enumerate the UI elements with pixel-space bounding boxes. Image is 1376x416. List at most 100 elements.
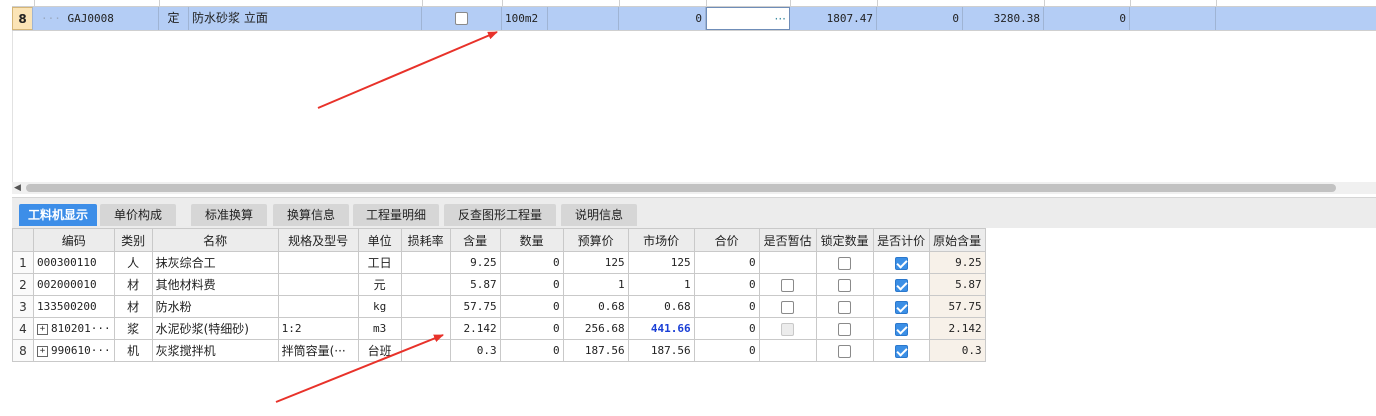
spec-cell[interactable] bbox=[277, 295, 359, 318]
content-cell[interactable]: 9.25 bbox=[449, 251, 501, 274]
tab-unit-price-composition[interactable]: 单价构成 bbox=[100, 204, 176, 226]
quota-value2-cell[interactable]: 0 bbox=[877, 7, 963, 30]
table-row[interactable]: 2 002000010 材 其他材料费 元 5.87 0 1 1 0 5.87 bbox=[12, 273, 986, 296]
col-header[interactable]: 编码 bbox=[33, 228, 115, 252]
type-cell[interactable]: 机 bbox=[113, 339, 153, 362]
tab-labor-material-machine[interactable]: 工料机显示 bbox=[19, 204, 97, 226]
col-header[interactable]: 规格及型号 bbox=[277, 228, 359, 252]
estimate-cell[interactable] bbox=[758, 251, 817, 274]
lock-checkbox[interactable] bbox=[838, 256, 852, 270]
quota-price2-cell[interactable]: 3280.38 bbox=[963, 7, 1044, 30]
priced-checkbox[interactable] bbox=[894, 300, 908, 314]
original-content-cell[interactable]: 5.87 bbox=[928, 273, 986, 296]
total-cell[interactable]: 0 bbox=[693, 251, 760, 274]
budget-price-cell[interactable]: 1 bbox=[562, 273, 629, 296]
selected-quota-row[interactable]: 8 ··· GAJ0008 定 防水砂浆 立面 100m2 0 ··· 1807… bbox=[12, 7, 1376, 30]
original-content-cell[interactable]: 2.142 bbox=[928, 317, 986, 340]
col-header[interactable]: 是否计价 bbox=[872, 228, 930, 252]
quota-unit-cell[interactable]: 100m2 bbox=[502, 7, 548, 30]
lock-checkbox[interactable] bbox=[838, 322, 852, 336]
quota-edit-cell[interactable]: ··· bbox=[706, 7, 790, 30]
tab-description-info[interactable]: 说明信息 bbox=[561, 204, 637, 226]
priced-checkbox[interactable] bbox=[894, 256, 908, 270]
unit-cell[interactable]: m3 bbox=[357, 317, 402, 340]
market-price-cell[interactable]: 0.68 bbox=[627, 295, 695, 318]
unit-cell[interactable]: kg bbox=[357, 295, 402, 318]
original-content-cell[interactable]: 0.3 bbox=[928, 339, 986, 362]
estimate-cell[interactable] bbox=[758, 295, 817, 318]
horizontal-scrollbar[interactable]: ◀ bbox=[12, 182, 1376, 194]
scroll-left-arrow-icon[interactable]: ◀ bbox=[14, 183, 21, 193]
col-header[interactable]: 损耗率 bbox=[400, 228, 451, 252]
quota-code-cell[interactable]: ··· GAJ0008 bbox=[33, 7, 159, 30]
market-price-cell[interactable]: 441.66 bbox=[627, 317, 695, 340]
lock-cell[interactable] bbox=[815, 273, 874, 296]
quantity-cell[interactable]: 0 bbox=[499, 251, 564, 274]
total-cell[interactable]: 0 bbox=[693, 295, 760, 318]
market-price-cell[interactable]: 125 bbox=[627, 251, 695, 274]
type-cell[interactable]: 浆 bbox=[113, 317, 153, 340]
market-price-cell[interactable]: 187.56 bbox=[627, 339, 695, 362]
col-header[interactable]: 原始含量 bbox=[928, 228, 986, 252]
loss-cell[interactable] bbox=[400, 339, 451, 362]
quota-value3-cell[interactable]: 0 bbox=[1044, 7, 1130, 30]
lock-checkbox[interactable] bbox=[838, 278, 852, 292]
spec-cell[interactable]: 1:2 bbox=[277, 317, 359, 340]
priced-cell[interactable] bbox=[872, 339, 930, 362]
quota-name-cell[interactable]: 防水砂浆 立面 bbox=[189, 7, 422, 30]
col-header[interactable]: 是否暂估 bbox=[758, 228, 817, 252]
code-cell[interactable]: +990610··· bbox=[33, 339, 115, 362]
quantity-cell[interactable]: 0 bbox=[499, 339, 564, 362]
priced-checkbox[interactable] bbox=[894, 344, 908, 358]
lock-cell[interactable] bbox=[815, 295, 874, 318]
code-cell[interactable]: +810201··· bbox=[33, 317, 115, 340]
lock-cell[interactable] bbox=[815, 317, 874, 340]
code-cell[interactable]: 002000010 bbox=[33, 273, 115, 296]
quantity-cell[interactable]: 0 bbox=[499, 317, 564, 340]
content-cell[interactable]: 0.3 bbox=[449, 339, 501, 362]
priced-cell[interactable] bbox=[872, 295, 930, 318]
expand-plus-icon[interactable]: + bbox=[37, 345, 48, 357]
table-row[interactable]: 1 000300110 人 抹灰综合工 工日 9.25 0 125 125 0 … bbox=[12, 251, 986, 274]
col-header[interactable]: 锁定数量 bbox=[815, 228, 874, 252]
quantity-cell[interactable]: 0 bbox=[499, 295, 564, 318]
total-cell[interactable]: 0 bbox=[693, 273, 760, 296]
type-cell[interactable]: 材 bbox=[113, 273, 153, 296]
col-header[interactable]: 类别 bbox=[113, 228, 153, 252]
estimate-checkbox[interactable] bbox=[781, 300, 795, 314]
estimate-cell[interactable] bbox=[758, 317, 817, 340]
col-header[interactable]: 单位 bbox=[357, 228, 402, 252]
market-price-cell[interactable]: 1 bbox=[627, 273, 695, 296]
original-content-cell[interactable]: 57.75 bbox=[928, 295, 986, 318]
estimate-cell[interactable] bbox=[758, 339, 817, 362]
loss-cell[interactable] bbox=[400, 295, 451, 318]
type-cell[interactable]: 人 bbox=[113, 251, 153, 274]
scrollbar-thumb[interactable] bbox=[26, 184, 1336, 192]
col-header[interactable]: 市场价 bbox=[627, 228, 695, 252]
estimate-checkbox[interactable] bbox=[781, 278, 795, 292]
content-cell[interactable]: 5.87 bbox=[449, 273, 501, 296]
budget-price-cell[interactable]: 0.68 bbox=[562, 295, 629, 318]
table-row[interactable]: 8 +990610··· 机 灰浆搅拌机 拌筒容量(··· 台班 0.3 0 1… bbox=[12, 339, 986, 362]
budget-price-cell[interactable]: 125 bbox=[562, 251, 629, 274]
content-cell[interactable]: 2.142 bbox=[449, 317, 501, 340]
spec-cell[interactable] bbox=[277, 273, 359, 296]
quota-quantity-cell[interactable]: 0 bbox=[619, 7, 706, 30]
quantity-cell[interactable]: 0 bbox=[499, 273, 564, 296]
name-cell[interactable]: 防水粉 bbox=[151, 295, 279, 318]
lock-checkbox[interactable] bbox=[838, 344, 852, 358]
priced-cell[interactable] bbox=[872, 273, 930, 296]
empty-cell[interactable] bbox=[1130, 7, 1216, 30]
col-header[interactable]: 预算价 bbox=[562, 228, 629, 252]
lock-cell[interactable] bbox=[815, 251, 874, 274]
budget-price-cell[interactable]: 187.56 bbox=[562, 339, 629, 362]
loss-cell[interactable] bbox=[400, 273, 451, 296]
lock-checkbox[interactable] bbox=[838, 300, 852, 314]
expand-plus-icon[interactable]: + bbox=[37, 323, 48, 335]
budget-price-cell[interactable]: 256.68 bbox=[562, 317, 629, 340]
col-header[interactable]: 含量 bbox=[449, 228, 501, 252]
estimate-cell[interactable] bbox=[758, 273, 817, 296]
col-header[interactable]: 合价 bbox=[693, 228, 760, 252]
code-cell[interactable]: 000300110 bbox=[33, 251, 115, 274]
tab-standard-conversion[interactable]: 标准换算 bbox=[191, 204, 267, 226]
